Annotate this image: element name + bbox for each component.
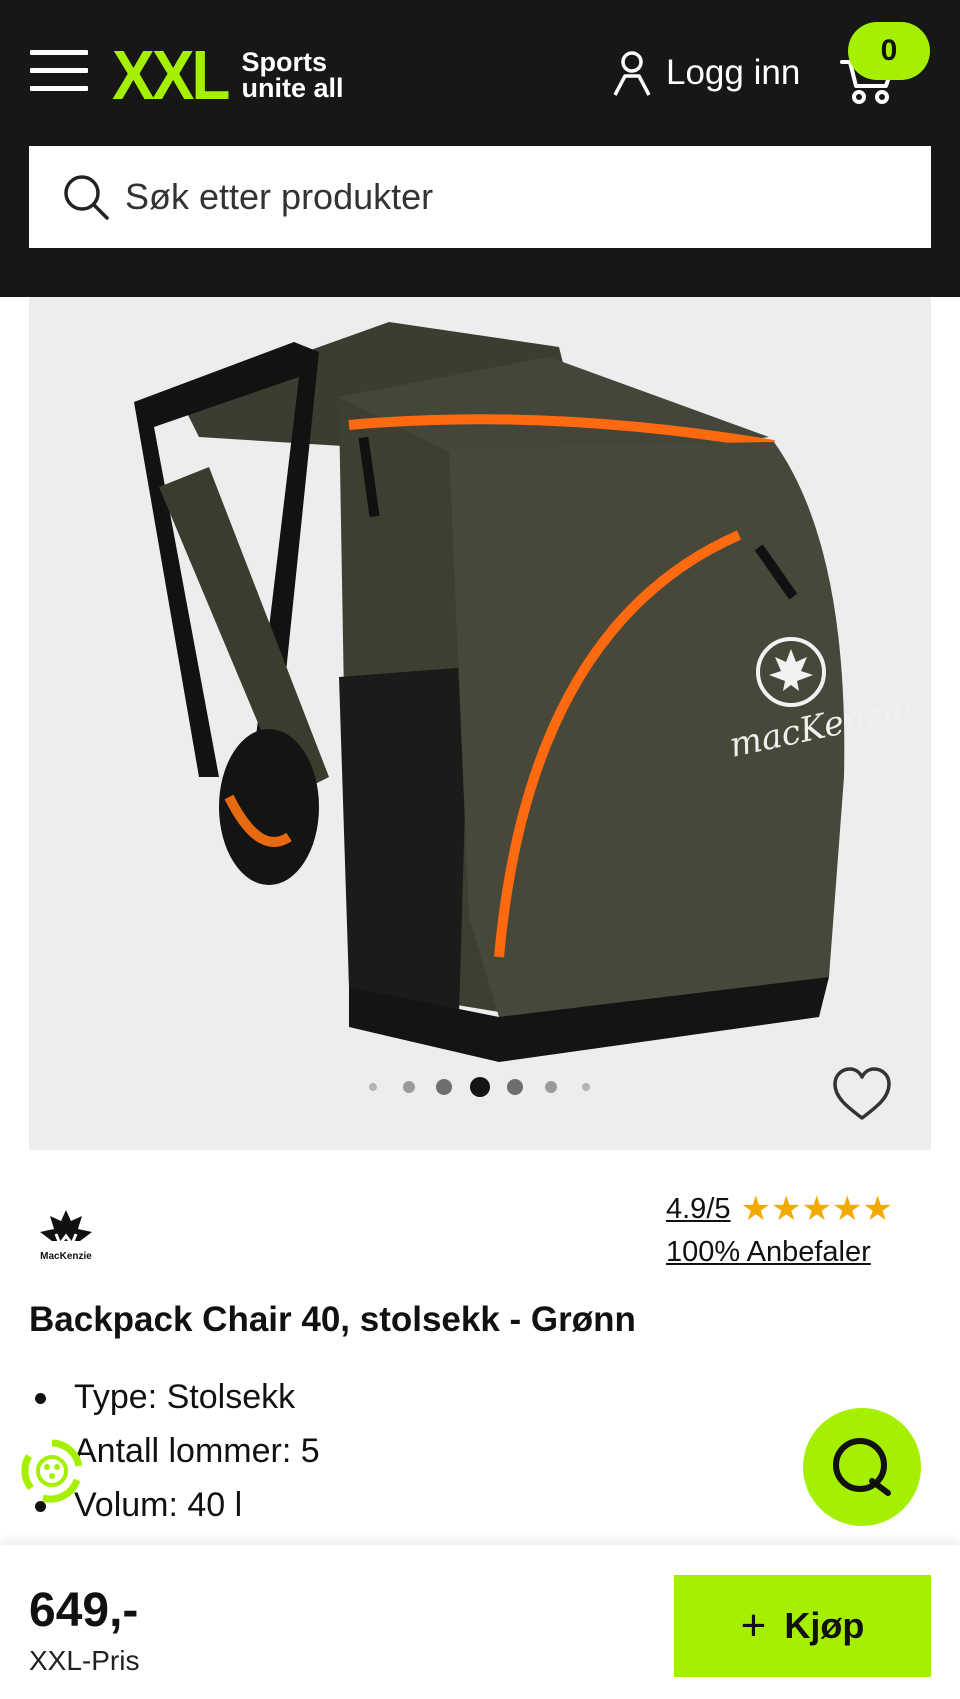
gallery-pagination <box>0 1075 960 1099</box>
login-label: Logg inn <box>666 53 801 92</box>
gallery-dot[interactable] <box>369 1083 377 1091</box>
star-rating: ★★★★★ <box>740 1190 893 1228</box>
menu-line <box>30 68 88 73</box>
price: 649,- <box>29 1584 139 1637</box>
gallery-dot-active[interactable] <box>470 1077 490 1097</box>
login-button[interactable]: Logg inn <box>612 48 800 98</box>
search-icon <box>64 175 109 220</box>
chat-icon <box>833 1438 891 1496</box>
logo-tagline-line2: unite all <box>241 73 344 103</box>
feature-item: Type: Stolsekk <box>29 1370 320 1424</box>
gallery-dot[interactable] <box>545 1081 557 1093</box>
menu-line <box>30 86 88 91</box>
chat-button[interactable] <box>803 1408 921 1526</box>
buy-button[interactable]: + Kjøp <box>674 1575 931 1677</box>
gallery-dot[interactable] <box>436 1079 452 1095</box>
product-image-gallery[interactable]: macKenzie <box>29 297 931 1150</box>
cart-count-badge[interactable]: 0 <box>848 22 930 80</box>
gallery-dot[interactable] <box>507 1079 523 1095</box>
gallery-dot[interactable] <box>582 1083 590 1091</box>
site-header: XXL Sports unite all Logg inn 0 Søk ette… <box>0 0 960 297</box>
price-label: XXL-Pris <box>29 1645 140 1676</box>
product-image: macKenzie <box>134 322 917 1062</box>
brand-logo[interactable]: MacKenzie <box>36 1208 96 1264</box>
logo-tagline: Sports unite all <box>241 49 344 103</box>
brand-name: MacKenzie <box>40 1251 92 1262</box>
user-icon <box>613 51 651 96</box>
product-title: Backpack Chair 40, stolsekk - Grønn <box>29 1300 636 1339</box>
search-input[interactable]: Søk etter produkter <box>125 176 433 218</box>
recommend-link[interactable]: 100% Anbefaler <box>666 1236 871 1269</box>
rating-value: 4.9/5 <box>666 1192 731 1225</box>
rating-summary[interactable]: 4.9/5 ★★★★★ <box>666 1192 893 1226</box>
hamburger-icon[interactable] <box>30 48 88 94</box>
search-bar[interactable]: Søk etter produkter <box>29 146 931 248</box>
loading-spinner-icon[interactable] <box>17 1436 87 1506</box>
gallery-dot[interactable] <box>403 1081 415 1093</box>
logo-mark: XXL <box>112 36 230 114</box>
heart-icon[interactable] <box>832 1066 892 1122</box>
xxl-logo[interactable]: XXL Sports unite all <box>112 40 343 110</box>
purchase-bar: 649,- XXL-Pris + Kjøp <box>0 1545 960 1699</box>
menu-line <box>30 50 88 55</box>
buy-label: Kjøp <box>784 1605 865 1646</box>
plus-icon: + <box>740 1601 767 1650</box>
